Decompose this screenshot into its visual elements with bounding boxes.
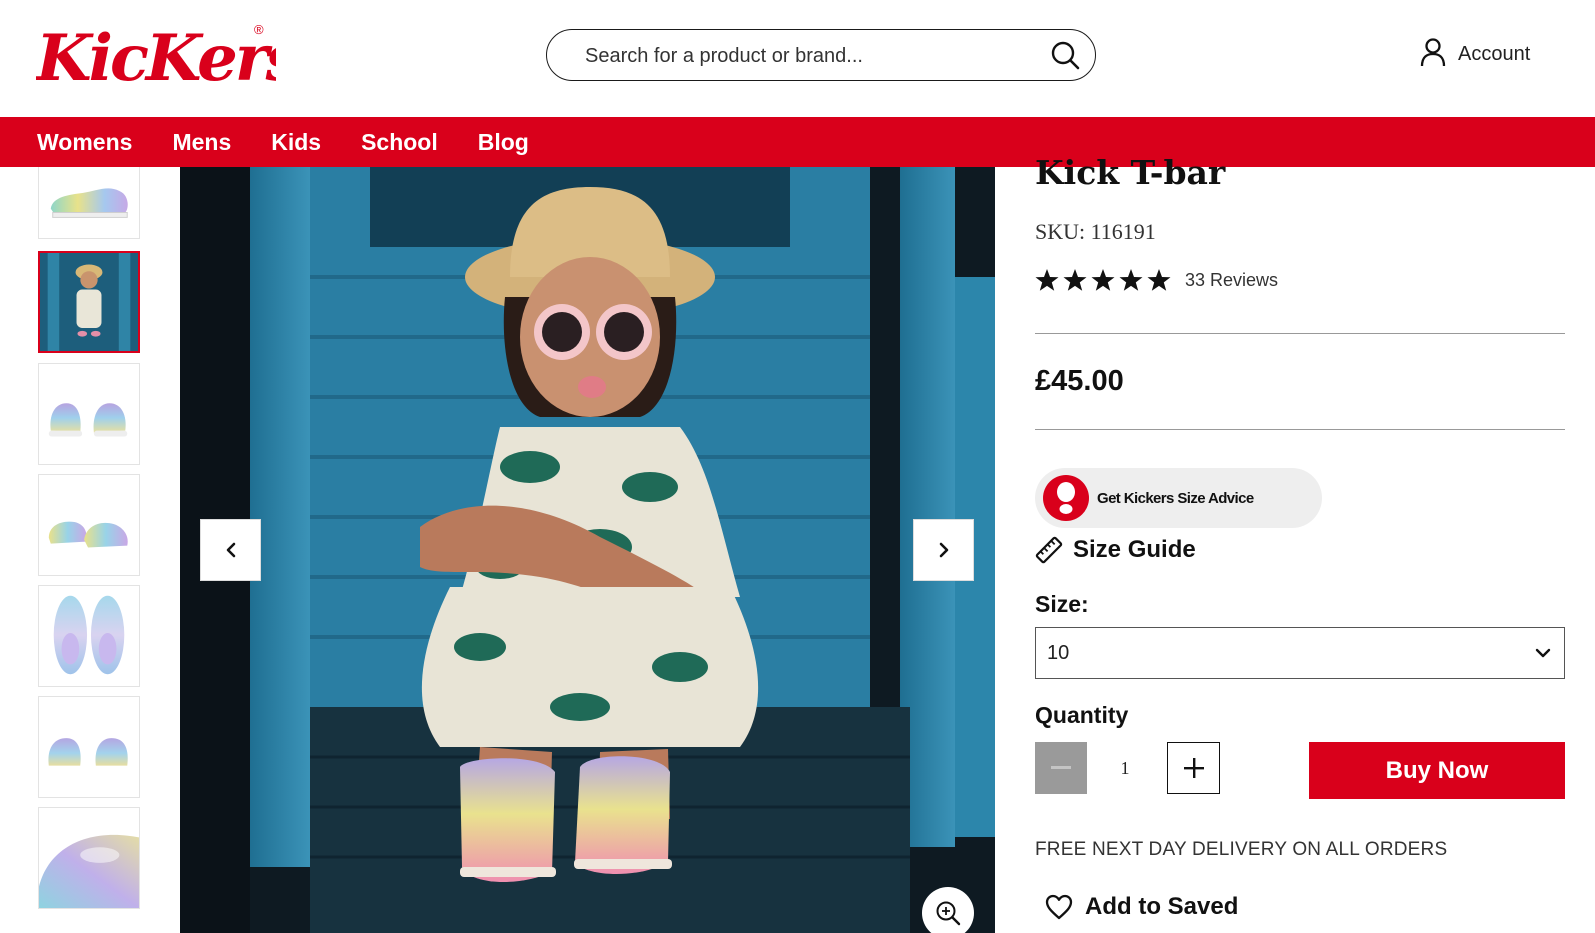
size-guide-link[interactable]: Size Guide bbox=[1035, 536, 1196, 564]
quantity-decrease-button[interactable] bbox=[1035, 742, 1087, 794]
nav-item-mens[interactable]: Mens bbox=[172, 129, 231, 156]
thumbnail-shoe-side[interactable] bbox=[38, 167, 140, 239]
product-sku: SKU: 116191 bbox=[1035, 219, 1156, 244]
product-info-panel: Kick T-bar SKU: 116191 33 Reviews £45.00… bbox=[1035, 153, 1565, 933]
search-icon[interactable] bbox=[1049, 39, 1083, 73]
account-link[interactable]: Account bbox=[1420, 37, 1531, 72]
chevron-down-icon bbox=[1535, 648, 1551, 658]
site-header: KicKers ® Account bbox=[0, 0, 1595, 117]
add-to-saved-button[interactable]: Add to Saved bbox=[1045, 893, 1238, 921]
nav-item-womens[interactable]: Womens bbox=[37, 129, 132, 156]
search-input[interactable] bbox=[585, 42, 1025, 70]
size-select-value: 10 bbox=[1047, 641, 1070, 664]
quantity-label: Quantity bbox=[1035, 702, 1129, 728]
nav-item-school[interactable]: School bbox=[361, 129, 438, 156]
thumbnail-child-photo[interactable] bbox=[38, 251, 140, 353]
product-rating: 33 Reviews bbox=[1035, 268, 1278, 292]
minus-icon bbox=[1051, 766, 1071, 769]
chevron-left-icon bbox=[226, 542, 235, 558]
thumbnail-shoe-front[interactable] bbox=[38, 363, 140, 465]
size-advice-button[interactable]: Get Kickers Size Advice bbox=[1035, 468, 1322, 528]
product-price: £45.00 bbox=[1035, 365, 1124, 397]
footprint-icon bbox=[1043, 475, 1089, 521]
next-image-button[interactable] bbox=[913, 519, 974, 581]
main-nav: Womens Mens Kids School Blog bbox=[0, 117, 1595, 167]
size-guide-label: Size Guide bbox=[1073, 536, 1196, 563]
zoom-in-icon bbox=[936, 901, 961, 926]
previous-image-button[interactable] bbox=[200, 519, 261, 581]
reviews-link[interactable]: 33 Reviews bbox=[1185, 270, 1278, 291]
zoom-button[interactable] bbox=[922, 887, 974, 933]
heart-icon bbox=[1045, 894, 1073, 920]
nav-item-kids[interactable]: Kids bbox=[271, 129, 321, 156]
star-icon bbox=[1119, 269, 1143, 291]
thumbnail-strip bbox=[38, 167, 140, 933]
quantity-value[interactable]: 1 bbox=[1095, 742, 1155, 794]
chevron-right-icon bbox=[939, 542, 948, 558]
account-label: Account bbox=[1458, 42, 1531, 65]
child-lifestyle-photo bbox=[180, 167, 995, 933]
buy-now-button[interactable]: Buy Now bbox=[1309, 742, 1565, 799]
thumbnail-shoe-closeup[interactable] bbox=[38, 807, 140, 909]
kickers-logo[interactable]: KicKers ® bbox=[34, 18, 304, 96]
plus-icon bbox=[1183, 758, 1204, 778]
star-icon bbox=[1063, 269, 1087, 291]
size-advice-label: Get Kickers Size Advice bbox=[1097, 489, 1254, 507]
search-bar bbox=[546, 29, 1096, 81]
divider bbox=[1035, 333, 1565, 334]
star-icon bbox=[1091, 269, 1115, 291]
delivery-message: FREE NEXT DAY DELIVERY ON ALL ORDERS bbox=[1035, 839, 1448, 860]
logo-wordmark: KicKers bbox=[36, 21, 276, 92]
star-icon bbox=[1035, 269, 1059, 291]
divider bbox=[1035, 429, 1565, 430]
size-select[interactable]: 10 bbox=[1035, 627, 1565, 679]
thumbnail-shoe-back[interactable] bbox=[38, 696, 140, 798]
user-icon bbox=[1420, 37, 1446, 72]
size-label: Size: bbox=[1035, 591, 1089, 617]
thumbnail-shoe-angle[interactable] bbox=[38, 474, 140, 576]
thumbnail-shoe-top[interactable] bbox=[38, 585, 140, 687]
ruler-icon bbox=[1035, 536, 1063, 564]
star-icon bbox=[1147, 269, 1171, 291]
logo-trademark: ® bbox=[254, 22, 264, 37]
add-to-saved-label: Add to Saved bbox=[1085, 893, 1239, 920]
nav-item-blog[interactable]: Blog bbox=[478, 129, 529, 156]
product-title: Kick T-bar bbox=[1035, 153, 1226, 192]
main-product-image bbox=[180, 167, 995, 933]
quantity-increase-button[interactable] bbox=[1167, 742, 1220, 794]
